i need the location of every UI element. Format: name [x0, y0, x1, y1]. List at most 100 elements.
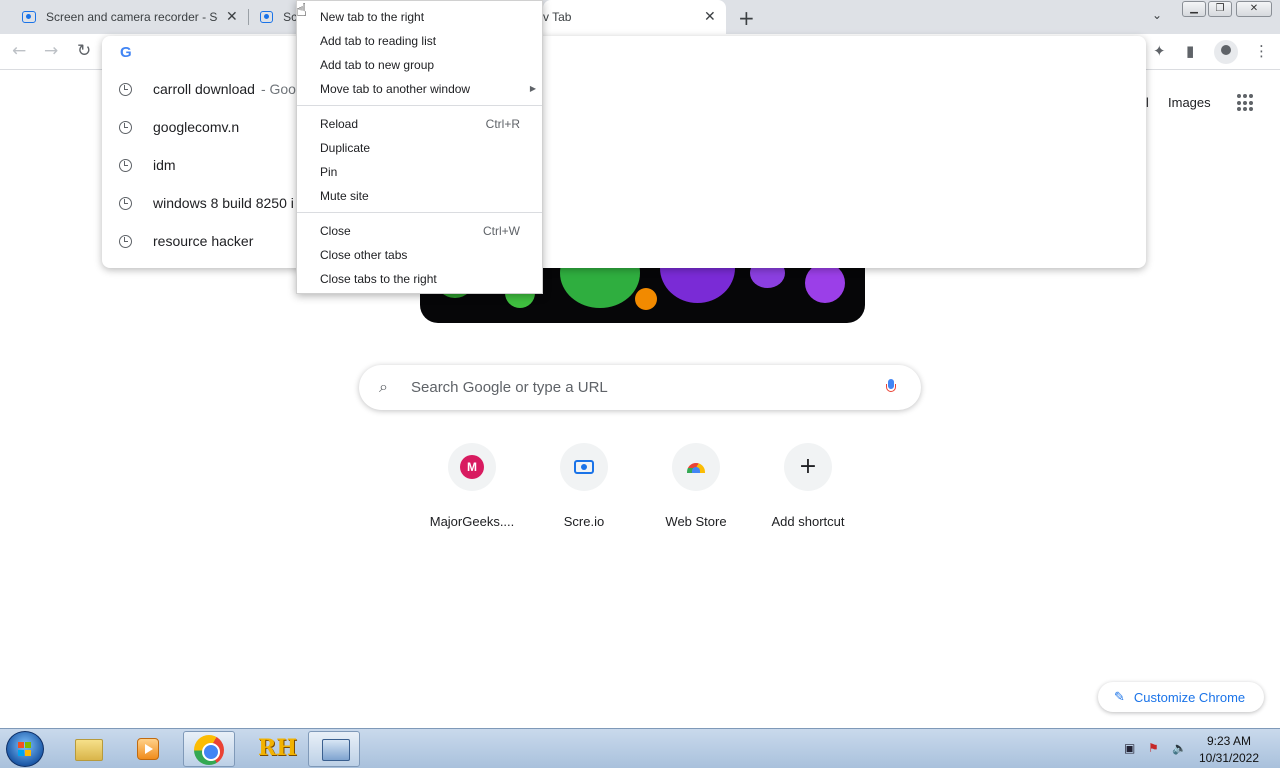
media-player-icon	[137, 738, 159, 760]
tab-search-chevron-icon[interactable]: ⌄	[1152, 8, 1162, 22]
ntp-search-box[interactable]: ⌕ Search Google or type a URL	[359, 365, 921, 410]
add-plus-icon: +	[784, 443, 832, 491]
menu-item-label: Duplicate	[320, 141, 371, 155]
menu-item-label: Reload	[320, 117, 359, 131]
menu-separator	[297, 105, 542, 106]
menu-item-label: Add tab to reading list	[320, 34, 437, 48]
tab-title: Sc	[283, 10, 296, 24]
google-g-icon: G	[120, 44, 132, 61]
menu-item-label: Pin	[320, 165, 338, 179]
majorgeeks-favicon-icon: M	[448, 443, 496, 491]
tab-separator	[248, 9, 249, 25]
customize-chrome-label: Customize Chrome	[1133, 689, 1246, 705]
close-window-button[interactable]: ✕	[1236, 1, 1272, 17]
profile-avatar-icon[interactable]	[1214, 40, 1238, 64]
close-tab-icon[interactable]: ✕	[704, 9, 716, 25]
menu-item-label: New tab to the right	[320, 10, 425, 24]
voice-search-mic-icon[interactable]	[886, 379, 896, 395]
history-clock-icon	[119, 196, 132, 210]
tab-context-menu: New tab to the right Add tab to reading …	[296, 0, 543, 294]
network-tray-icon[interactable]: ▣	[1124, 742, 1138, 754]
menu-item-close-tabs-right[interactable]: Close tabs to the right	[297, 267, 542, 291]
taskbar-chrome[interactable]	[183, 731, 235, 767]
menu-item-shortcut: Ctrl+W	[483, 224, 520, 238]
restore-button[interactable]: ❐	[1208, 1, 1232, 17]
menu-item-label: Mute site	[320, 189, 369, 203]
submenu-arrow-icon: ▶	[529, 84, 536, 93]
start-button[interactable]	[6, 731, 44, 767]
customize-chrome-button[interactable]: ✎ Customize Chrome	[1098, 682, 1264, 712]
pencil-icon: ✎	[1114, 689, 1125, 705]
suggestion-suffix: - Goo	[260, 81, 296, 97]
shortcut-majorgeeks[interactable]: M MajorGeeks....	[416, 443, 528, 529]
shortcut-label: Web Store	[665, 514, 727, 529]
windows-logo-icon	[18, 742, 32, 756]
control-panel-icon	[322, 739, 350, 761]
suggestion-item[interactable]: resource hacker	[102, 222, 1146, 260]
search-icon: ⌕	[379, 377, 388, 396]
tab-screen-recorder[interactable]: Screen and camera recorder - Sc ✕	[12, 0, 248, 34]
menu-item-new-tab-right[interactable]: New tab to the right	[297, 5, 542, 29]
close-tab-icon[interactable]: ✕	[226, 9, 238, 25]
images-link[interactable]: Images	[1168, 95, 1211, 110]
tab-screen-recorder-2[interactable]: Sc	[250, 0, 296, 34]
side-panel-icon[interactable]: ▮	[1186, 42, 1194, 60]
more-menu-icon[interactable]: ⋮	[1254, 42, 1269, 60]
taskbar-clock-time[interactable]: 9:23 AM	[1196, 734, 1262, 748]
menu-item-move-to-another-window[interactable]: Move tab to another window ▶	[297, 77, 542, 101]
suggestion-item[interactable]: idm	[102, 146, 1146, 184]
taskbar-resource-hacker[interactable]: RH	[248, 731, 300, 767]
menu-item-add-to-reading-list[interactable]: Add tab to reading list	[297, 29, 542, 53]
omnibox-dropdown: G carroll download - Goo googlecomv.n id…	[102, 36, 1146, 268]
hand-cursor-icon: ☝	[296, 0, 307, 21]
shortcut-label: Scre.io	[563, 514, 605, 529]
menu-item-mute-site[interactable]: Mute site	[297, 184, 542, 208]
menu-item-label: Add tab to new group	[320, 58, 435, 72]
volume-speaker-icon[interactable]: 🔈	[1172, 742, 1187, 754]
menu-item-close[interactable]: Close Ctrl+W	[297, 219, 542, 243]
history-clock-icon	[119, 158, 132, 172]
menu-item-label: Close	[320, 224, 351, 238]
shortcut-web-store[interactable]: Web Store	[640, 443, 752, 529]
menu-item-shortcut: Ctrl+R	[485, 117, 520, 131]
screio-favicon-icon	[560, 443, 608, 491]
menu-item-reload[interactable]: Reload Ctrl+R	[297, 112, 542, 136]
back-arrow-icon[interactable]: ←	[12, 41, 26, 61]
menu-item-label: Close tabs to the right	[320, 272, 437, 286]
tab-strip: Screen and camera recorder - Sc ✕ Sc v T…	[0, 0, 1280, 34]
shortcut-add[interactable]: + Add shortcut	[752, 443, 864, 529]
reload-icon[interactable]: ↻	[77, 41, 91, 61]
folder-icon	[75, 739, 103, 761]
menu-item-close-other-tabs[interactable]: Close other tabs	[297, 243, 542, 267]
menu-item-duplicate[interactable]: Duplicate	[297, 136, 542, 160]
menu-item-add-to-new-group[interactable]: Add tab to new group	[297, 53, 542, 77]
taskbar-clock-date[interactable]: 10/31/2022	[1196, 751, 1262, 765]
chrome-icon	[194, 735, 224, 765]
menu-item-label: Close other tabs	[320, 248, 408, 262]
history-clock-icon	[119, 234, 132, 248]
extensions-puzzle-icon[interactable]: ✦	[1153, 42, 1166, 60]
screen-recorder-favicon-icon	[22, 11, 36, 23]
suggestion-text: idm	[153, 157, 176, 173]
menu-item-label: Move tab to another window	[320, 82, 471, 96]
suggestion-item[interactable]: carroll download - Goo	[102, 70, 1146, 108]
forward-arrow-icon[interactable]: →	[44, 41, 58, 61]
web-store-icon	[672, 443, 720, 491]
windows-taskbar: RH ▣ ⚑ 🔈 9:23 AM 10/31/2022	[0, 728, 1280, 768]
taskbar-media-player[interactable]	[122, 731, 174, 767]
tab-title: Screen and camera recorder - Sc	[46, 10, 218, 24]
tab-new-tab[interactable]: v Tab ✕	[543, 0, 726, 34]
history-clock-icon	[119, 120, 132, 134]
new-tab-plus-icon[interactable]: +	[738, 6, 755, 30]
google-apps-grid-icon[interactable]	[1237, 94, 1255, 112]
shortcut-screio[interactable]: Scre.io	[528, 443, 640, 529]
suggestion-text: carroll download	[153, 81, 255, 97]
shortcut-label: MajorGeeks....	[429, 514, 515, 529]
suggestion-item[interactable]: windows 8 build 8250 i	[102, 184, 1146, 222]
minimize-button[interactable]: ▁	[1182, 1, 1206, 17]
taskbar-control-panel[interactable]	[308, 731, 360, 767]
taskbar-file-explorer[interactable]	[62, 731, 114, 767]
menu-item-pin[interactable]: Pin	[297, 160, 542, 184]
suggestion-item[interactable]: googlecomv.n	[102, 108, 1146, 146]
action-center-flag-icon[interactable]: ⚑	[1148, 742, 1162, 754]
